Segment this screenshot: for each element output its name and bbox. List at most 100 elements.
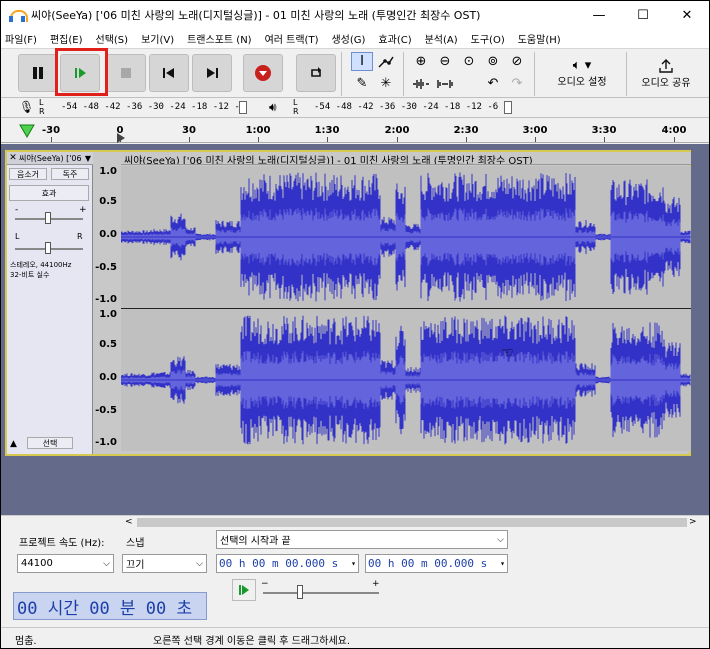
i-beam-icon: I <box>360 54 364 69</box>
mute-button[interactable]: 음소거 <box>9 168 47 180</box>
close-button[interactable]: ✕ <box>665 1 709 29</box>
status-hint: 오른쪽 선택 경계 이동은 클릭 후 드래그하세요. <box>153 636 351 647</box>
playhead-marker-icon <box>117 133 125 143</box>
trim-audio-icon <box>413 78 429 89</box>
share-upload-icon <box>659 58 673 73</box>
selection-start-time[interactable]: 00 h 00 m 00.000 s ▾ <box>216 554 359 573</box>
effects-button[interactable]: 효과 <box>9 185 89 201</box>
minimize-button[interactable]: — <box>577 1 621 29</box>
project-rate-value: 44100 <box>21 558 53 569</box>
silence-button[interactable] <box>434 74 456 93</box>
speed-minus-icon: − <box>261 579 269 589</box>
play-meter-lr: L R <box>293 98 299 116</box>
menu-generate[interactable]: 생성(G) <box>331 31 365 46</box>
time-display[interactable]: 00 시간 00 분 00 초 <box>13 592 207 620</box>
scale-label: 0.5 <box>99 196 117 207</box>
menu-tracks[interactable]: 여러 트랙(T) <box>265 31 319 46</box>
track-select-button[interactable]: 선택 <box>27 437 73 449</box>
collapse-track-icon[interactable]: ▲ <box>10 439 17 449</box>
asterisk-icon: ✳ <box>380 76 392 91</box>
stop-icon <box>121 68 131 78</box>
timeline-ruler[interactable]: -30 0 30 1:00 1:30 2:00 2:30 3:00 3:30 4:00 <box>1 119 709 143</box>
record-meter-slider[interactable] <box>239 101 247 114</box>
toolbar-separator <box>534 52 535 96</box>
timeline-options-icon[interactable] <box>19 124 35 138</box>
pause-button[interactable] <box>18 54 58 92</box>
left-channel-waveform[interactable] <box>121 166 691 308</box>
audio-share-button[interactable]: 오디오 공유 <box>631 52 701 94</box>
envelope-icon <box>378 56 394 68</box>
selection-end-time[interactable]: 00 h 00 m 00.000 s ▾ <box>365 554 508 573</box>
play-at-speed-button[interactable] <box>232 579 256 601</box>
play-meter-slider[interactable] <box>504 101 512 114</box>
track-menu-caret-icon[interactable]: ▼ <box>85 154 91 163</box>
playback-speed-thumb[interactable] <box>297 585 303 599</box>
maximize-button[interactable]: ☐ <box>621 1 665 29</box>
menu-analyze[interactable]: 분석(A) <box>425 31 458 46</box>
skip-end-icon <box>207 68 218 78</box>
ruler-tick-label: 1:30 <box>314 125 340 136</box>
menu-tools[interactable]: 도구(O) <box>471 31 505 46</box>
toolbar-separator <box>403 52 404 96</box>
ruler-tick-mark <box>327 137 328 142</box>
redo-button[interactable]: ↷ <box>506 74 528 93</box>
snap-select[interactable]: 끄기 ⌵ <box>122 554 207 573</box>
scale-label: 0.5 <box>99 339 117 350</box>
pan-slider-thumb[interactable] <box>45 242 51 254</box>
envelope-tool[interactable] <box>375 52 397 71</box>
project-rate-select[interactable]: 44100 ⌵ <box>17 554 114 573</box>
record-meter-lr: L R <box>39 98 45 116</box>
menu-help[interactable]: 도움말(H) <box>518 31 561 46</box>
scrollbar-thumb[interactable] <box>137 518 687 527</box>
audio-setup-button[interactable]: 🔈︎ ▾ 오디오 설정 <box>541 52 623 94</box>
zoom-fit-selection-icon: ⊙ <box>463 54 475 69</box>
zoom-in-button[interactable]: ⊕ <box>410 52 432 71</box>
menu-transport[interactable]: 트랜스포트 (N) <box>187 31 251 46</box>
chevron-down-icon: ⌵ <box>196 558 203 569</box>
clip-title-bar[interactable]: 씨야(SeeYa) ['06 미친 사랑의 노래(디지털싱글)] - 01 미친… <box>121 152 691 165</box>
loop-icon <box>311 67 321 77</box>
menu-edit[interactable]: 편집(E) <box>50 31 83 46</box>
audio-track: ✕ 씨야(SeeYa) ['06 ▼ 음소거 독주 효과 - + L R 스테레… <box>5 150 691 456</box>
scroll-right-icon[interactable]: > <box>689 517 697 527</box>
selection-mode-select[interactable]: 선택의 시작과 끝 ⌵ <box>216 530 508 549</box>
scale-label: -1.0 <box>95 437 117 448</box>
redo-icon: ↷ <box>511 76 523 91</box>
scroll-left-icon[interactable]: < <box>125 517 133 527</box>
ruler-tick-mark <box>535 137 536 142</box>
playback-speed-slider[interactable] <box>263 592 379 594</box>
menu-effect[interactable]: 효과(C) <box>378 31 411 46</box>
zoom-toggle-button[interactable]: ⊘ <box>506 52 528 71</box>
menu-view[interactable]: 보기(V) <box>141 31 174 46</box>
scale-label: 0.0 <box>99 229 117 240</box>
horizontal-scrollbar[interactable]: < > <box>1 515 709 529</box>
zoom-out-button[interactable]: ⊖ <box>434 52 456 71</box>
undo-button[interactable]: ↶ <box>482 74 504 93</box>
menu-select[interactable]: 선택(S) <box>96 31 129 46</box>
record-meter-scale[interactable]: -54 -48 -42 -36 -30 -24 -18 -12 -6 <box>61 102 245 112</box>
pan-left-label: L <box>15 232 20 241</box>
gain-slider-thumb[interactable] <box>45 212 51 224</box>
record-button[interactable] <box>243 54 283 92</box>
menu-file[interactable]: 파일(F) <box>5 31 37 46</box>
trim-button[interactable] <box>410 74 432 93</box>
solo-button[interactable]: 독주 <box>51 168 89 180</box>
fit-selection-button[interactable]: ⊙ <box>458 52 480 71</box>
track-name-menu[interactable]: 씨야(SeeYa) ['06 <box>19 153 85 164</box>
toolbar-separator <box>626 52 627 96</box>
play-button-highlight <box>55 48 108 96</box>
scale-label: 1.0 <box>99 309 117 320</box>
skip-end-button[interactable] <box>192 54 232 92</box>
loop-button[interactable] <box>296 54 336 92</box>
stop-button[interactable] <box>106 54 146 92</box>
multi-tool[interactable]: ✳ <box>375 74 397 93</box>
right-channel-waveform[interactable] <box>121 309 691 451</box>
zoom-fit-project-icon: ⊚ <box>487 54 499 69</box>
play-meter-scale[interactable]: -54 -48 -42 -36 -30 -24 -18 -12 -6 <box>314 102 498 112</box>
fit-project-button[interactable]: ⊚ <box>482 52 504 71</box>
audio-share-label: 오디오 공유 <box>641 77 691 89</box>
draw-tool[interactable]: ✎ <box>351 74 373 93</box>
track-close-icon[interactable]: ✕ <box>7 153 19 163</box>
skip-start-button[interactable] <box>149 54 189 92</box>
selection-tool[interactable]: I <box>351 52 373 71</box>
